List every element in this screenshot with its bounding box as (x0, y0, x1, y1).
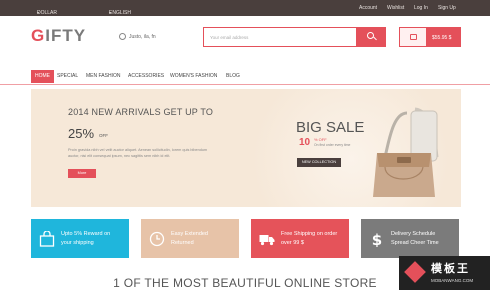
banner-text: Proin gravida nibh vel velit auctor aliq… (68, 148, 208, 158)
cart-icon (400, 28, 427, 46)
banner-off: OFF (99, 133, 108, 138)
chevron-down-icon: ▾ (109, 10, 112, 15)
feature-reward-text: Upto 5% Reward on your shipping (61, 231, 111, 246)
sale-off: % OFF (314, 137, 327, 142)
watermark: 模板王 MOBANWANG.COM (399, 256, 490, 290)
search-bar: Your email address (203, 27, 386, 47)
main-nav: HOME SPECIAL MEN FASHION ACCESSORIES WOM… (31, 70, 461, 83)
feature-shipping[interactable]: Free Shipping on order over 99 $ (251, 219, 349, 258)
feature-delivery-text: Delivery Schedule Spread Cheer Time (391, 231, 439, 246)
dollar-icon: $ (372, 231, 382, 247)
chevron-down-icon: ▾ (37, 10, 40, 15)
feature-shipping-text: Free Shipping on order over 99 $ (281, 231, 338, 246)
top-bar: DOLLAR ▾ ENGLISH ▾ Account Wishlist Log … (0, 0, 490, 16)
feature-delivery[interactable]: $ Delivery Schedule Spread Cheer Time (361, 219, 459, 258)
banner-percent: 25% (68, 126, 95, 141)
new-collection-button[interactable]: NEW COLLECTION (297, 158, 341, 167)
nav-home[interactable]: HOME (31, 70, 54, 83)
sale-title: BIG SALE (296, 119, 365, 136)
truck-icon (259, 235, 275, 246)
site-logo[interactable]: GIFTY (31, 26, 86, 46)
cart-button[interactable]: $55.95 $ (399, 27, 461, 47)
nav-accessories[interactable]: ACCESSORIES (128, 70, 164, 83)
wishlist-link[interactable]: Wishlist (387, 5, 404, 11)
signup-link[interactable]: Sign Up (438, 5, 456, 11)
nav-special[interactable]: SPECIAL (57, 70, 78, 83)
feature-reward[interactable]: Upto 5% Reward on your shipping (31, 219, 129, 258)
svg-text:$: $ (372, 231, 382, 247)
hero-banner: 2014 NEW ARRIVALS GET UP TO 25% OFF Proi… (31, 89, 461, 207)
clock-icon (119, 33, 126, 40)
sale-subtitle: On first order every time (314, 143, 351, 147)
feature-returns[interactable]: Easy Extended Returned (141, 219, 239, 258)
sale-number: 10 (299, 137, 311, 148)
search-button[interactable] (356, 27, 386, 47)
feature-returns-text: Easy Extended Returned (171, 231, 208, 246)
nav-men-fashion[interactable]: MEN FASHION (86, 70, 120, 83)
login-link[interactable]: Log In (414, 5, 428, 11)
account-link[interactable]: Account (359, 5, 377, 11)
banner-heading: 2014 NEW ARRIVALS GET UP TO (68, 107, 214, 117)
nav-blog[interactable]: BLOG (226, 70, 240, 83)
nav-divider (0, 84, 490, 85)
handbag-image (373, 107, 439, 197)
cart-price: $55.95 $ (432, 35, 452, 41)
search-input[interactable]: Your email address (210, 35, 248, 40)
help-text: Justo, ila, fn (129, 33, 156, 40)
help-contact: Justo, ila, fn (119, 33, 156, 40)
watermark-logo-icon (404, 261, 426, 283)
banner-more-button[interactable]: More (68, 169, 96, 178)
shopping-bag-icon (39, 231, 55, 247)
clock-icon (149, 231, 165, 247)
nav-womens-fashion[interactable]: WOMEN'S FASHION (170, 70, 217, 83)
